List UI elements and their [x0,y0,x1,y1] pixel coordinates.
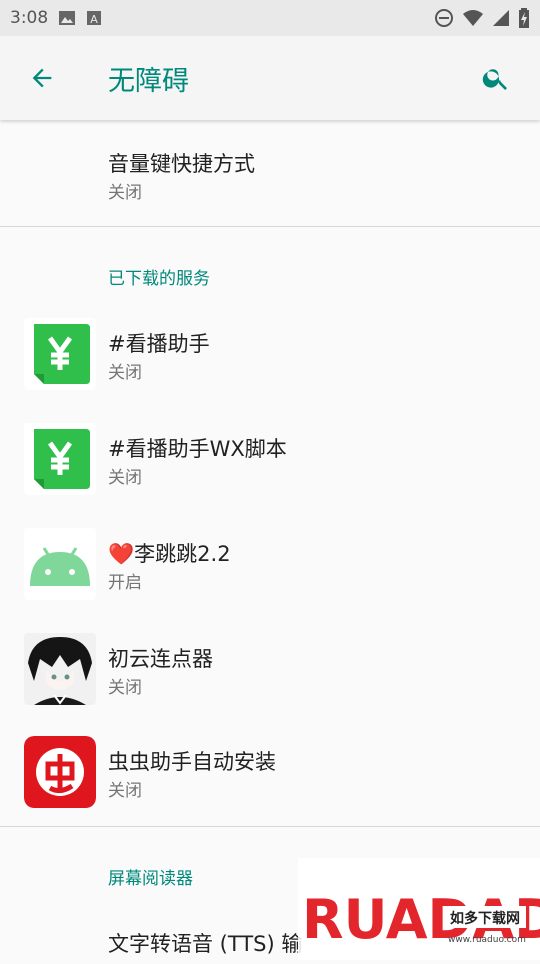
service-item-chuyun[interactable]: 初云连点器 关闭 [0,625,540,730]
volume-shortcut-item[interactable]: 音量键快捷方式 关闭 [0,120,540,226]
text-a-icon: A [86,10,102,26]
anime-avatar-icon [24,633,96,705]
tts-output-title: 文字转语音 (TTS) 输 [108,932,303,956]
service-status: 关闭 [108,678,142,698]
volume-shortcut-status: 关闭 [108,183,142,203]
service-title: 虫虫助手自动安装 [108,750,276,774]
wallet-yen-icon [24,318,96,390]
volume-shortcut-title: 音量键快捷方式 [108,152,255,176]
arrow-left-icon [32,68,52,88]
page-title: 无障碍 [108,65,189,97]
service-status: 关闭 [108,468,142,488]
service-title: #看播助手WX脚本 [108,437,287,461]
wallet-yen-icon [24,423,96,495]
service-item-litiaotiao[interactable]: ❤️李跳跳2.2 开启 [0,520,540,625]
divider [0,226,540,227]
chongchong-icon [24,736,96,808]
status-time: 3:08 [10,8,49,28]
heart-icon: ❤️ [108,542,135,566]
service-status: 关闭 [108,363,142,383]
service-title: 初云连点器 [108,647,213,671]
service-title: #看播助手 [108,332,210,356]
service-status: 关闭 [108,781,142,801]
service-item-kanbo[interactable]: #看播助手 关闭 [0,310,540,415]
battery-icon [518,8,530,28]
svg-text:www.ruaduo.com: www.ruaduo.com [448,935,526,945]
wifi-icon [462,9,484,27]
svg-text:A: A [90,13,98,26]
status-bar: 3:08 A [0,0,540,36]
search-icon [482,69,507,90]
app-bar: 无障碍 [0,36,540,120]
service-item-chongchong[interactable]: 虫虫助手自动安装 关闭 [0,730,540,826]
service-title: ❤️李跳跳2.2 [108,542,231,566]
back-button[interactable] [14,50,70,106]
search-button[interactable] [468,50,524,106]
section-downloaded-services: 已下载的服务 [108,269,210,289]
image-icon [58,10,76,26]
signal-icon [492,9,510,27]
svg-text:如多下载网: 如多下载网 [450,910,520,927]
service-item-kanbo-wx[interactable]: #看播助手WX脚本 关闭 [0,415,540,520]
watermark-logo: RUADADO 如多下载网 www.ruaduo.com [298,858,540,960]
divider [0,826,540,827]
android-icon [24,528,96,600]
dnd-icon [434,8,454,28]
section-screen-reader: 屏幕阅读器 [108,869,193,889]
service-status: 开启 [108,573,142,593]
